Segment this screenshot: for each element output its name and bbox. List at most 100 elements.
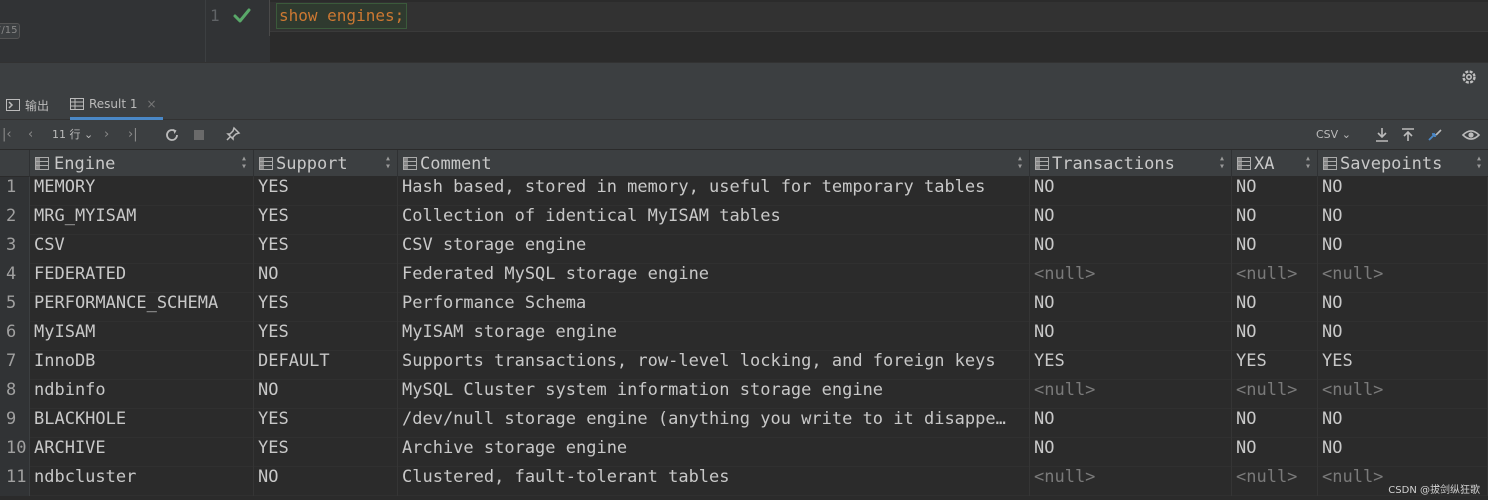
cell-savepoints[interactable]: <null>: [1318, 264, 1488, 293]
check-icon[interactable]: [232, 6, 252, 26]
cell-comment[interactable]: Performance Schema: [398, 293, 1030, 322]
prev-page-icon[interactable]: ‹: [28, 126, 33, 144]
cell-xa[interactable]: NO: [1232, 293, 1318, 322]
cell-transactions[interactable]: NO: [1030, 206, 1232, 235]
compare-icon[interactable]: [1426, 126, 1444, 144]
cell-xa[interactable]: NO: [1232, 322, 1318, 351]
cell-comment[interactable]: Clustered, fault-tolerant tables: [398, 467, 1030, 496]
table-row[interactable]: 7 InnoDB DEFAULT Supports transactions, row…: [0, 351, 1488, 380]
cell-xa[interactable]: <null>: [1232, 467, 1318, 496]
table-row[interactable]: 4 FEDERATED NO Federated MySQL storage engi…: [0, 264, 1488, 293]
first-page-icon[interactable]: |‹: [2, 126, 12, 144]
table-row[interactable]: 5 PERFORMANCE_SCHEMA YES Performance Schema…: [0, 293, 1488, 322]
cell-engine[interactable]: ndbinfo: [30, 380, 254, 409]
next-page-icon[interactable]: ›: [104, 126, 109, 144]
tab-output[interactable]: 输出: [6, 90, 49, 120]
cell-transactions[interactable]: <null>: [1030, 264, 1232, 293]
tab-result-1[interactable]: Result 1 ×: [70, 90, 163, 120]
cell-savepoints[interactable]: NO: [1318, 177, 1488, 206]
cell-xa[interactable]: NO: [1232, 206, 1318, 235]
cell-support[interactable]: YES: [254, 409, 398, 438]
cell-support[interactable]: NO: [254, 264, 398, 293]
cell-transactions[interactable]: NO: [1030, 322, 1232, 351]
column-header-engine[interactable]: Engine ▴ ▾: [0, 150, 254, 177]
cell-transactions[interactable]: NO: [1030, 177, 1232, 206]
cell-support[interactable]: YES: [254, 293, 398, 322]
cell-support[interactable]: YES: [254, 322, 398, 351]
cell-savepoints[interactable]: NO: [1318, 409, 1488, 438]
cell-xa[interactable]: YES: [1232, 351, 1318, 380]
cell-engine[interactable]: MRG_MYISAM: [30, 206, 254, 235]
cell-engine[interactable]: CSV: [30, 235, 254, 264]
cell-comment[interactable]: CSV storage engine: [398, 235, 1030, 264]
cell-support[interactable]: NO: [254, 467, 398, 496]
cell-xa[interactable]: <null>: [1232, 380, 1318, 409]
cell-support[interactable]: YES: [254, 177, 398, 206]
table-row[interactable]: 3 CSV YES CSV storage engine NO NO NO: [0, 235, 1488, 264]
column-header-support[interactable]: Support ▴ ▾: [254, 150, 398, 177]
sql-editor[interactable]: 7/15 1 show engines;: [0, 0, 1488, 62]
view-eye-icon[interactable]: [1461, 126, 1481, 144]
cell-savepoints[interactable]: NO: [1318, 293, 1488, 322]
cell-comment[interactable]: Supports transactions, row-level locking…: [398, 351, 1030, 380]
cell-support[interactable]: YES: [254, 235, 398, 264]
close-icon[interactable]: ×: [147, 97, 157, 111]
cell-engine[interactable]: InnoDB: [30, 351, 254, 380]
column-header-transactions[interactable]: Transactions ▴ ▾: [1030, 150, 1232, 177]
cell-comment[interactable]: Hash based, stored in memory, useful for…: [398, 177, 1030, 206]
cell-engine[interactable]: ARCHIVE: [30, 438, 254, 467]
cell-transactions[interactable]: YES: [1030, 351, 1232, 380]
table-row[interactable]: 10 ARCHIVE YES Archive storage engine NO NO NO: [0, 438, 1488, 467]
import-upload-icon[interactable]: [1400, 126, 1416, 144]
result-grid[interactable]: Engine ▴ ▾ Support ▴ ▾ Comment ▴ ▾ Transact…: [0, 150, 1488, 500]
gear-icon[interactable]: [1460, 68, 1478, 86]
column-header-comment[interactable]: Comment ▴ ▾: [398, 150, 1030, 177]
table-row[interactable]: 6 MyISAM YES MyISAM storage engine NO NO NO: [0, 322, 1488, 351]
cell-transactions[interactable]: NO: [1030, 235, 1232, 264]
table-row[interactable]: 8 ndbinfo NO MySQL Cluster system informati…: [0, 380, 1488, 409]
column-header-xa[interactable]: XA ▴ ▾: [1232, 150, 1318, 177]
cell-support[interactable]: NO: [254, 380, 398, 409]
cell-xa[interactable]: NO: [1232, 438, 1318, 467]
sort-icon[interactable]: ▴ ▾: [1219, 154, 1225, 172]
cell-engine[interactable]: MEMORY: [30, 177, 254, 206]
cell-comment[interactable]: /dev/null storage engine (anything you w…: [398, 409, 1030, 438]
sort-icon[interactable]: ▴ ▾: [1476, 154, 1482, 172]
table-row[interactable]: 1 MEMORY YES Hash based, stored in memory, …: [0, 177, 1488, 206]
cell-comment[interactable]: Federated MySQL storage engine: [398, 264, 1030, 293]
cell-comment[interactable]: MyISAM storage engine: [398, 322, 1030, 351]
sort-icon[interactable]: ▴ ▾: [241, 154, 247, 172]
cell-xa[interactable]: NO: [1232, 409, 1318, 438]
cell-transactions[interactable]: NO: [1030, 438, 1232, 467]
cell-savepoints[interactable]: NO: [1318, 206, 1488, 235]
cell-transactions[interactable]: NO: [1030, 409, 1232, 438]
cell-savepoints[interactable]: <null>: [1318, 380, 1488, 409]
panel-splitter[interactable]: [0, 62, 1488, 90]
cell-support[interactable]: YES: [254, 206, 398, 235]
cell-comment[interactable]: Collection of identical MyISAM tables: [398, 206, 1030, 235]
table-row[interactable]: 9 BLACKHOLE YES/dev/null storage engine (a…: [0, 409, 1488, 438]
sort-icon[interactable]: ▴ ▾: [1305, 154, 1311, 172]
export-download-icon[interactable]: [1374, 126, 1390, 144]
stop-icon[interactable]: [192, 126, 206, 144]
sort-icon[interactable]: ▴ ▾: [1017, 154, 1023, 172]
cell-engine[interactable]: PERFORMANCE_SCHEMA: [30, 293, 254, 322]
cell-transactions[interactable]: <null>: [1030, 380, 1232, 409]
cell-engine[interactable]: BLACKHOLE: [30, 409, 254, 438]
cell-savepoints[interactable]: NO: [1318, 322, 1488, 351]
cell-support[interactable]: DEFAULT: [254, 351, 398, 380]
table-row[interactable]: 11 ndbcluster NO Clustered, fault-tolerant …: [0, 467, 1488, 496]
cell-xa[interactable]: <null>: [1232, 264, 1318, 293]
cell-xa[interactable]: NO: [1232, 177, 1318, 206]
cell-engine[interactable]: ndbcluster: [30, 467, 254, 496]
column-header-savepoints[interactable]: Savepoints ▴ ▾: [1318, 150, 1488, 177]
table-row[interactable]: 2 MRG_MYISAM YES Collection of identical My…: [0, 206, 1488, 235]
cell-comment[interactable]: MySQL Cluster system information storage…: [398, 380, 1030, 409]
cell-xa[interactable]: NO: [1232, 235, 1318, 264]
cell-savepoints[interactable]: NO: [1318, 235, 1488, 264]
cell-engine[interactable]: MyISAM: [30, 322, 254, 351]
last-page-icon[interactable]: ›|: [128, 126, 138, 144]
cell-support[interactable]: YES: [254, 438, 398, 467]
row-count-selector[interactable]: 11 行 ⌄: [52, 126, 93, 144]
cell-savepoints[interactable]: YES: [1318, 351, 1488, 380]
